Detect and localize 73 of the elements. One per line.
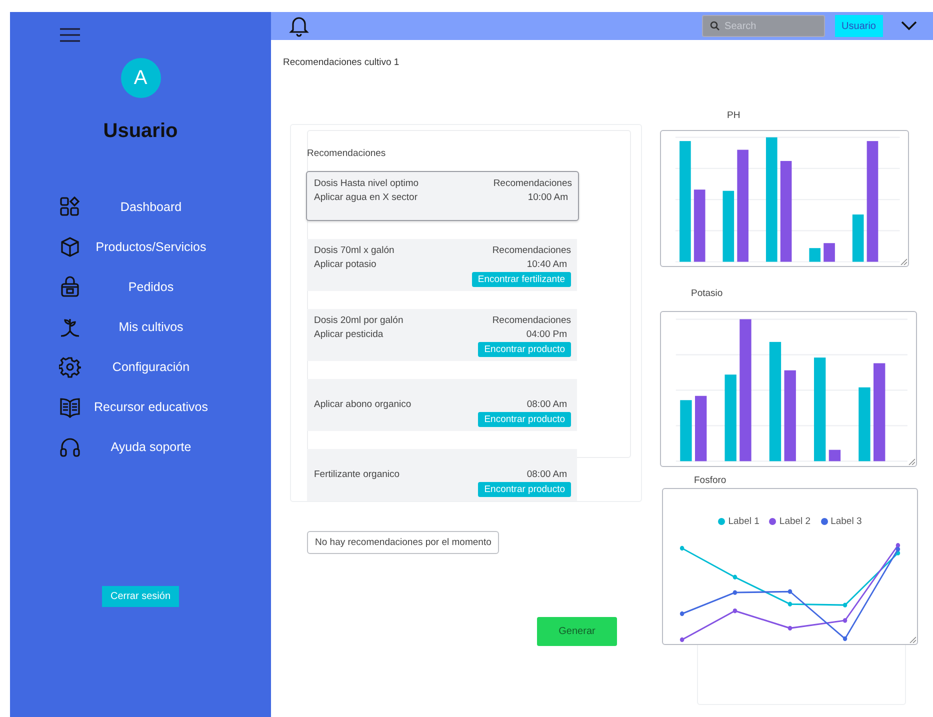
- time-text: 10:00 Am: [528, 191, 569, 205]
- dose-text: Dosis 70ml x galón: [314, 244, 394, 258]
- generate-button[interactable]: Generar: [537, 617, 617, 646]
- data-point: [680, 611, 684, 616]
- menu-icon[interactable]: [60, 28, 80, 42]
- legend-label: Label 3: [830, 516, 862, 527]
- data-point: [788, 589, 792, 594]
- dashboard-icon: [59, 196, 81, 218]
- chart-title: Potasio: [691, 288, 724, 299]
- box-icon: [59, 236, 81, 258]
- headphones-icon: [59, 436, 81, 458]
- breadcrumb: Recomendaciones cultivo 1: [283, 57, 400, 68]
- nav-item[interactable]: Configuración: [10, 355, 271, 378]
- section-title: Recomendaciones: [307, 148, 387, 159]
- bell-icon[interactable]: [289, 15, 309, 37]
- bag-icon: [59, 276, 81, 298]
- time-text: 08:00 Am: [526, 468, 568, 482]
- time-text: 04:00 Pm: [526, 328, 568, 342]
- resize-grip-icon[interactable]: [900, 258, 907, 265]
- data-point: [842, 602, 848, 608]
- data-point: [842, 618, 848, 623]
- data-point: [680, 637, 684, 642]
- action-text: Aplicar pesticida: [314, 328, 384, 342]
- chart-title: PH: [727, 110, 742, 121]
- chart-title: Fosforo: [694, 475, 728, 486]
- data-point: [788, 626, 792, 631]
- nav-item[interactable]: Mis cultivos: [10, 315, 271, 338]
- recommendation-label: Recomendaciones: [492, 244, 571, 258]
- bar: [680, 400, 692, 462]
- bar: [828, 450, 841, 462]
- dose-text: Dosis 20ml por galón: [314, 314, 404, 328]
- action-text: Aplicar abono organico: [314, 398, 412, 412]
- resize-grip-icon[interactable]: [908, 458, 915, 465]
- empty-message: No hay recomendaciones por el momento: [307, 531, 500, 554]
- action-text: Aplicar potasio: [314, 258, 376, 272]
- action-text: Aplicar agua en X sector: [314, 191, 418, 205]
- recommendation-label: Recomendaciones: [492, 314, 571, 328]
- user-name: Usuario: [103, 120, 178, 143]
- bar: [809, 248, 821, 262]
- recommendation-label: Recomendaciones: [493, 177, 572, 191]
- nav-item[interactable]: Ayuda soporte: [10, 435, 271, 458]
- time-text: 08:00 Am: [526, 398, 568, 412]
- nav-item[interactable]: Dashboard: [10, 195, 271, 218]
- data-point: [732, 608, 738, 614]
- user-button[interactable]: Usuario: [834, 15, 883, 37]
- data-point: [680, 546, 684, 551]
- avatar: A: [120, 58, 160, 98]
- nav-item[interactable]: Pedidos: [10, 275, 271, 298]
- bar: [722, 190, 734, 262]
- recommendation-card[interactable]: Dosis Hasta nivel optimo Recomendaciones Aplicar agua en X sector 10:00 Am: [306, 171, 579, 221]
- action-text: Fertilizante organico: [314, 468, 400, 482]
- bar: [824, 243, 835, 262]
- data-point: [732, 574, 738, 580]
- recommendation-card[interactable]: Aplicar abono organico 08:00 Am Encontrar producto: [307, 379, 577, 431]
- resize-grip-icon[interactable]: [909, 636, 916, 643]
- legend-label: Label 1: [728, 516, 760, 527]
- nav-item[interactable]: Recursor educativos: [10, 395, 271, 418]
- recommendation-card[interactable]: Fertilizante organico 08:00 Am Encontrar producto: [307, 449, 577, 501]
- legend-label: Label 2: [779, 516, 811, 527]
- data-point: [732, 590, 738, 595]
- recommendation-card[interactable]: Dosis 70ml x galón Recomendaciones Aplicar potasio 10:40 Am Encontrar fertilizante: [307, 239, 577, 291]
- search-icon: [710, 21, 720, 31]
- recommendation-card[interactable]: Dosis 20ml por galón Recomendaciones Aplicar pesticida 04:00 Pm Encontrar producto: [307, 309, 577, 361]
- bar: [695, 396, 707, 462]
- data-point: [842, 636, 848, 642]
- data-point: [788, 602, 792, 606]
- bar: [852, 214, 864, 262]
- gear-icon: [59, 356, 81, 378]
- nav-item[interactable]: Productos/Servicios: [10, 235, 271, 258]
- chevron-down-icon[interactable]: [901, 21, 917, 31]
- dose-text: Dosis Hasta nivel optimo: [314, 177, 419, 191]
- book-icon: [59, 396, 81, 418]
- time-text: 10:40 Am: [526, 258, 568, 272]
